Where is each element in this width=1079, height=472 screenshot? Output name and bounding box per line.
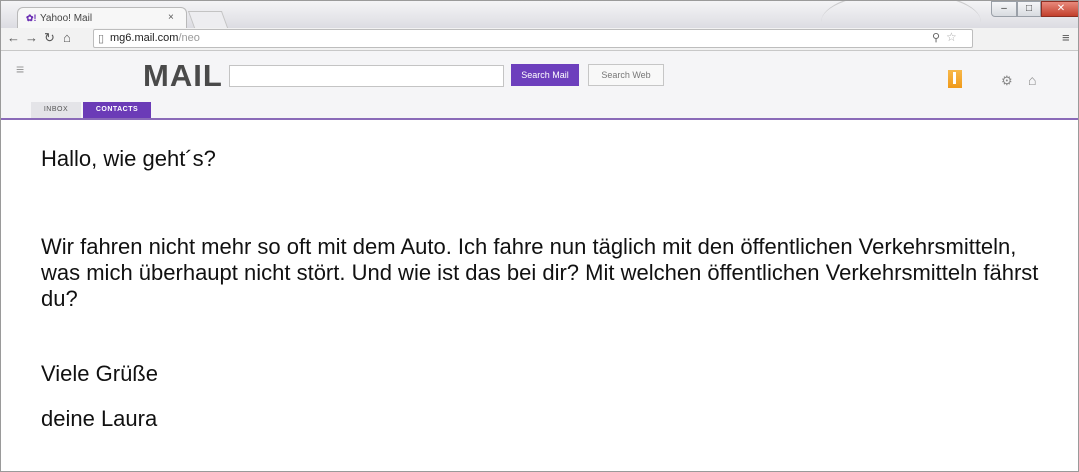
page-icon: ▯ bbox=[98, 33, 105, 45]
zoom-icon[interactable]: ⚲ bbox=[932, 31, 940, 44]
tab-inbox[interactable]: INBOX bbox=[31, 102, 81, 118]
bookmark-star-icon[interactable]: ☆ bbox=[946, 30, 957, 44]
yahoo-favicon-icon: ✿! bbox=[26, 13, 37, 23]
message-paragraph: Wir fahren nicht mehr so oft mit dem Aut… bbox=[41, 234, 1039, 311]
close-window-button[interactable]: ✕ bbox=[1041, 1, 1078, 17]
forward-arrow-icon[interactable]: → bbox=[25, 30, 38, 45]
url-text: mg6.mail.com/neo bbox=[110, 32, 200, 44]
home-icon[interactable]: ⌂ bbox=[63, 30, 71, 45]
mail-header: ≡ MAIL Search Mail Search Web ⚙ ⌂ INBOX … bbox=[1, 51, 1078, 118]
reload-icon[interactable]: ↻ bbox=[44, 30, 55, 46]
tab-contacts[interactable]: CONTACTS bbox=[83, 102, 151, 118]
browser-menu-icon[interactable]: ≡ bbox=[1062, 30, 1070, 45]
address-bar: ← → ↻ ⌂ ▯ mg6.mail.com/neo ⚲ ☆ ≡ bbox=[1, 28, 1078, 51]
message-greeting: Hallo, wie geht´s? bbox=[41, 146, 216, 171]
home-icon[interactable]: ⌂ bbox=[1028, 72, 1036, 88]
browser-tab[interactable]: ✿! Yahoo! Mail × bbox=[17, 7, 187, 29]
notification-flag-icon[interactable] bbox=[948, 70, 962, 88]
maximize-button[interactable]: □ bbox=[1017, 1, 1041, 17]
message-closing: Viele Grüße bbox=[41, 361, 158, 386]
header-divider bbox=[1, 118, 1078, 120]
tab-close-icon[interactable]: × bbox=[168, 12, 174, 23]
message-signature: deine Laura bbox=[41, 406, 158, 431]
browser-window: ✿! Yahoo! Mail × – □ ✕ ← → ↻ ⌂ ▯ mg6.mai… bbox=[0, 0, 1079, 472]
gear-icon[interactable]: ⚙ bbox=[1001, 73, 1013, 89]
hamburger-menu-icon[interactable]: ≡ bbox=[16, 61, 24, 77]
mail-logo[interactable]: MAIL bbox=[143, 58, 223, 94]
title-bar: ✿! Yahoo! Mail × – □ ✕ bbox=[1, 1, 1078, 29]
tab-title: Yahoo! Mail bbox=[40, 13, 93, 24]
window-controls: – □ ✕ bbox=[991, 1, 1078, 19]
minimize-button[interactable]: – bbox=[991, 1, 1017, 17]
search-web-button[interactable]: Search Web bbox=[588, 64, 664, 86]
new-tab-button[interactable] bbox=[187, 11, 229, 28]
url-input[interactable]: ▯ mg6.mail.com/neo ⚲ ☆ bbox=[93, 29, 973, 48]
mail-search-input[interactable] bbox=[229, 65, 504, 87]
search-mail-button[interactable]: Search Mail bbox=[511, 64, 579, 86]
back-arrow-icon[interactable]: ← bbox=[7, 30, 20, 45]
